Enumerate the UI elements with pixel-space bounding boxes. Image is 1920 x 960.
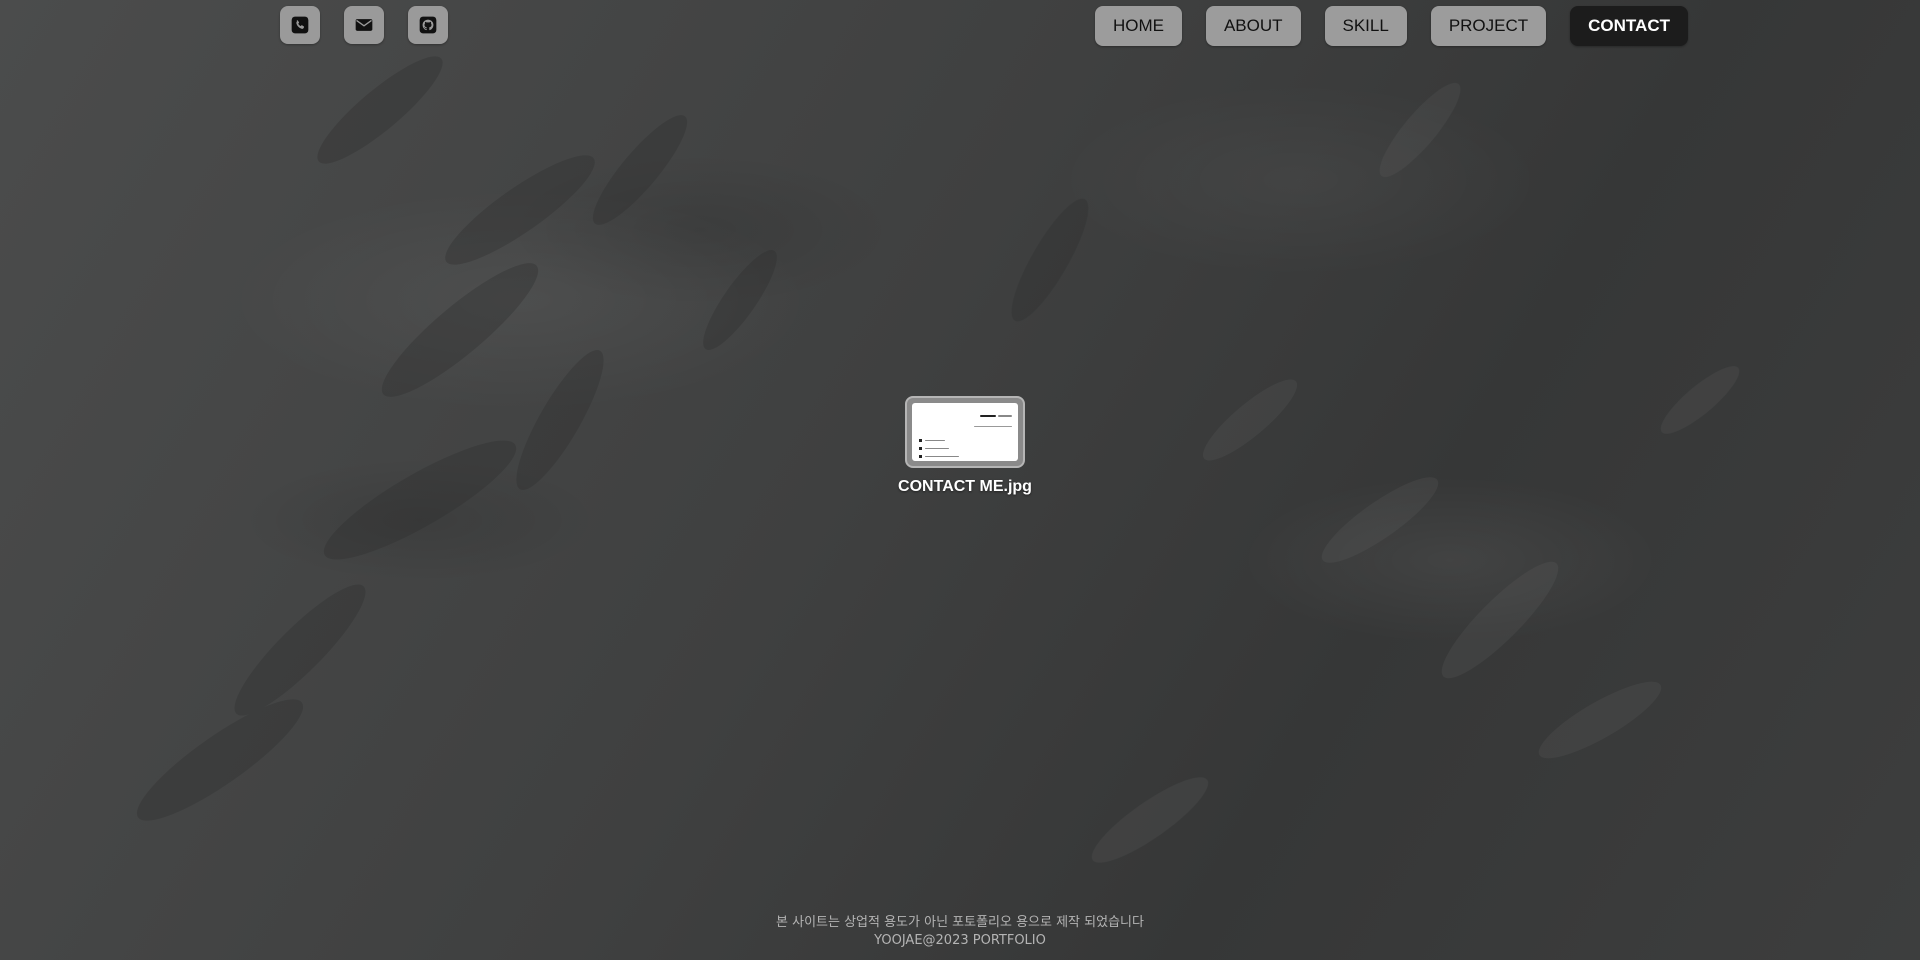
nav-skill[interactable]: SKILL xyxy=(1324,6,1407,46)
nav-home[interactable]: HOME xyxy=(1094,6,1182,46)
github-button[interactable] xyxy=(408,6,448,44)
nav-project[interactable]: PROJECT xyxy=(1430,6,1547,46)
main-nav: HOME ABOUT SKILL PROJECT CONTACT xyxy=(1094,6,1688,46)
footer: 본 사이트는 상업적 용도가 아닌 포토폴리오 용으로 제작 되었습니다 YOO… xyxy=(0,914,1920,950)
footer-notice: 본 사이트는 상업적 용도가 아닌 포토폴리오 용으로 제작 되었습니다 xyxy=(776,915,1144,930)
business-card-preview-image xyxy=(912,403,1018,461)
file-thumbnail[interactable] xyxy=(905,396,1025,468)
github-icon xyxy=(419,16,437,34)
footer-copyright: YOOJAE@2023 PORTFOLIO xyxy=(874,933,1046,948)
mail-icon xyxy=(355,19,373,31)
nav-about[interactable]: ABOUT xyxy=(1205,6,1301,46)
contact-file-icon[interactable]: CONTACT ME.jpg xyxy=(898,396,1032,496)
mail-button[interactable] xyxy=(344,6,384,44)
phone-button[interactable] xyxy=(280,6,320,44)
nav-contact[interactable]: CONTACT xyxy=(1570,6,1688,46)
phone-icon xyxy=(291,16,309,34)
file-name-label: CONTACT ME.jpg xyxy=(898,478,1032,495)
contact-icon-bar xyxy=(280,6,448,44)
